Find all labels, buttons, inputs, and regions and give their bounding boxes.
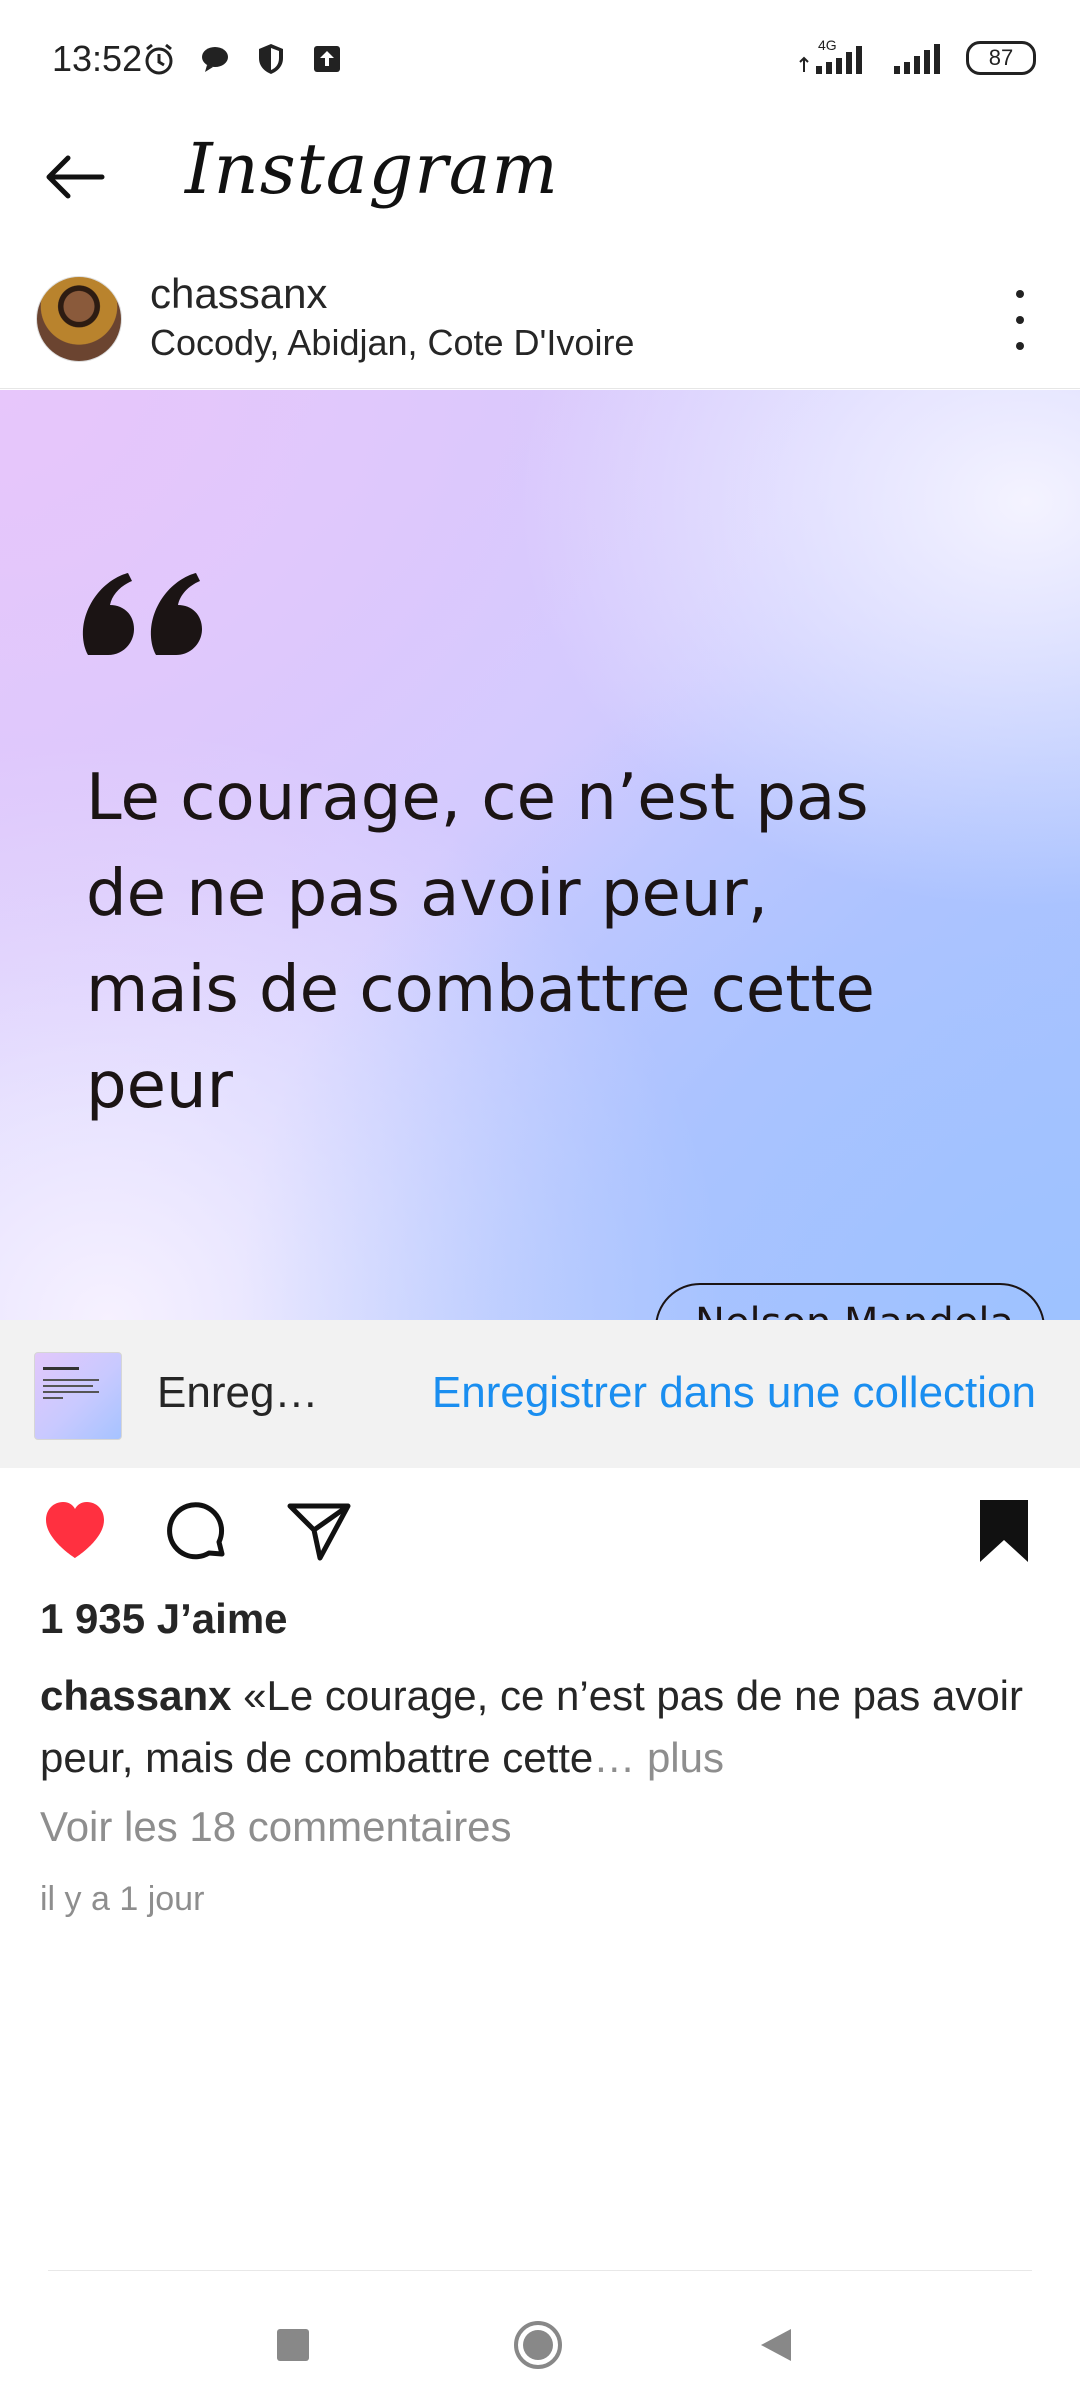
circle-icon (514, 2321, 562, 2369)
post-username[interactable]: chassanx (150, 270, 327, 318)
quote-text: Le courage, ce n’est pas de ne pas avoir… (86, 750, 966, 1134)
home-button[interactable] (503, 2310, 573, 2380)
battery-indicator: 87 (966, 41, 1036, 75)
quote-author: Nelson Mandela (655, 1283, 1045, 1320)
share-button[interactable] (284, 1496, 354, 1566)
back-button[interactable] (40, 142, 110, 212)
more-options-icon[interactable] (1000, 290, 1040, 350)
caption-username[interactable]: chassanx (40, 1672, 231, 1719)
bookmark-icon (980, 1500, 1028, 1562)
quote-line: Le courage, ce n’est pas (86, 761, 869, 835)
view-comments-link[interactable]: Voir les 18 commentaires (40, 1803, 512, 1851)
post-actions (0, 1480, 1080, 1580)
quote-icon (82, 573, 202, 655)
shield-icon (252, 40, 290, 78)
quote-line: de ne pas avoir peur, (86, 857, 769, 931)
status-icons (140, 40, 346, 78)
nav-divider (48, 2270, 1032, 2271)
recent-apps-button[interactable] (258, 2310, 328, 2380)
app-header: Instagram (0, 120, 1080, 230)
upload-icon (308, 40, 346, 78)
status-time: 13:52 (52, 38, 143, 79)
network-type: 4G (818, 38, 837, 53)
back-nav-button[interactable] (742, 2310, 812, 2380)
paper-plane-icon (287, 1503, 351, 1561)
like-button[interactable] (40, 1496, 110, 1566)
save-to-collection-link[interactable]: Enregistrer dans une collection (432, 1368, 1036, 1418)
post-image[interactable]: Le courage, ce n’est pas de ne pas avoir… (0, 390, 1080, 1320)
post-header: chassanx Cocody, Abidjan, Cote D'Ivoire (0, 260, 1080, 389)
arrow-left-icon (46, 155, 105, 199)
status-right: 4G 87 (798, 38, 1036, 78)
signal-icon: 4G (799, 38, 862, 74)
saved-post-thumbnail (34, 1352, 122, 1440)
quote-line: peur (86, 1049, 233, 1123)
alarm-icon (140, 40, 178, 78)
status-bar: 13:52 4G 87 (0, 0, 1080, 120)
like-count[interactable]: 1 935 J’aime (40, 1595, 288, 1643)
caption-more-link[interactable]: … plus (593, 1734, 724, 1781)
chat-bubble-icon (196, 40, 234, 78)
comment-button[interactable] (162, 1496, 232, 1566)
instagram-logo: Instagram (185, 128, 559, 210)
post-caption: chassanx «Le courage, ce n’est pas de ne… (40, 1665, 1040, 1789)
triangle-back-icon (761, 2329, 791, 2361)
bookmark-button[interactable] (974, 1496, 1034, 1566)
avatar[interactable] (36, 276, 122, 362)
post-location[interactable]: Cocody, Abidjan, Cote D'Ivoire (150, 322, 634, 364)
post-timestamp: il y a 1 jour (40, 1880, 205, 1918)
heart-icon (46, 1502, 104, 1558)
save-bar: Enreg… Enregistrer dans une collection (0, 1320, 1080, 1468)
comment-icon (167, 1502, 225, 1560)
save-status-label: Enreg… (157, 1368, 319, 1417)
square-icon (277, 2329, 309, 2361)
signal-icon (894, 44, 940, 74)
quote-line: mais de combattre cette (86, 953, 875, 1027)
